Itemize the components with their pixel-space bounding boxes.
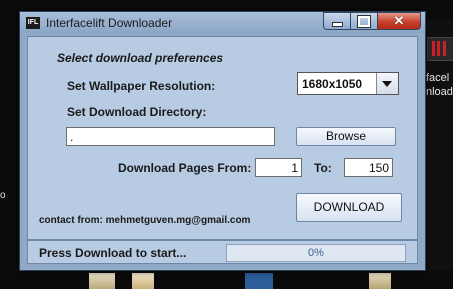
close-button[interactable]: ✕ (377, 12, 421, 30)
pages-to-label: To: (314, 161, 332, 175)
directory-label: Set Download Directory: (67, 105, 207, 119)
desktop-taskbar-fragment (0, 271, 453, 289)
status-bar: Press Download to start... 0% (27, 240, 418, 264)
minimize-icon (331, 22, 343, 27)
pages-from-input[interactable]: 1 (255, 158, 302, 177)
resolution-label: Set Wallpaper Resolution: (67, 79, 216, 93)
desktop-thumbnail (89, 273, 115, 289)
status-text: Press Download to start... (39, 246, 187, 260)
directory-input[interactable]: . (66, 127, 275, 146)
pages-to-input[interactable]: 150 (344, 158, 393, 177)
title-bar[interactable]: IFL Interfacelift Downloader ✕ (20, 12, 425, 33)
download-button[interactable]: DOWNLOAD (296, 193, 402, 222)
maximize-button[interactable] (350, 12, 377, 30)
resolution-select[interactable]: 1680x1050 (297, 72, 399, 95)
interfacelift-logo-fragment (427, 37, 453, 61)
app-icon: IFL (26, 17, 40, 29)
contact-text: contact from: mehmetguven.mg@gmail.com (39, 215, 251, 226)
desktop-text-fragment-2: nload (426, 86, 453, 98)
browse-button[interactable]: Browse (296, 127, 396, 146)
window-controls: ✕ (323, 12, 421, 30)
progress-text: 0% (308, 247, 324, 259)
window-title: Interfacelift Downloader (46, 16, 173, 30)
maximize-icon (357, 14, 371, 28)
desktop-text-fragment-1: facel (426, 72, 450, 84)
desktop-thumbnail (132, 273, 154, 289)
pages-from-label: Download Pages From: (118, 161, 252, 175)
close-icon: ✕ (393, 13, 405, 28)
downloader-window: IFL Interfacelift Downloader ✕ Select do… (19, 11, 426, 271)
resolution-value: 1680x1050 (302, 77, 363, 91)
preferences-panel: Select download preferences Set Wallpape… (27, 36, 418, 240)
chevron-down-icon[interactable] (376, 73, 398, 94)
desktop-text-fragment-left: o (0, 190, 6, 201)
minimize-button[interactable] (323, 12, 350, 30)
preferences-heading: Select download preferences (57, 51, 224, 65)
desktop-thumbnail (369, 273, 391, 289)
desktop-thumbnail (245, 273, 273, 289)
desktop-background-right (425, 20, 453, 270)
progress-bar: 0% (226, 244, 406, 262)
